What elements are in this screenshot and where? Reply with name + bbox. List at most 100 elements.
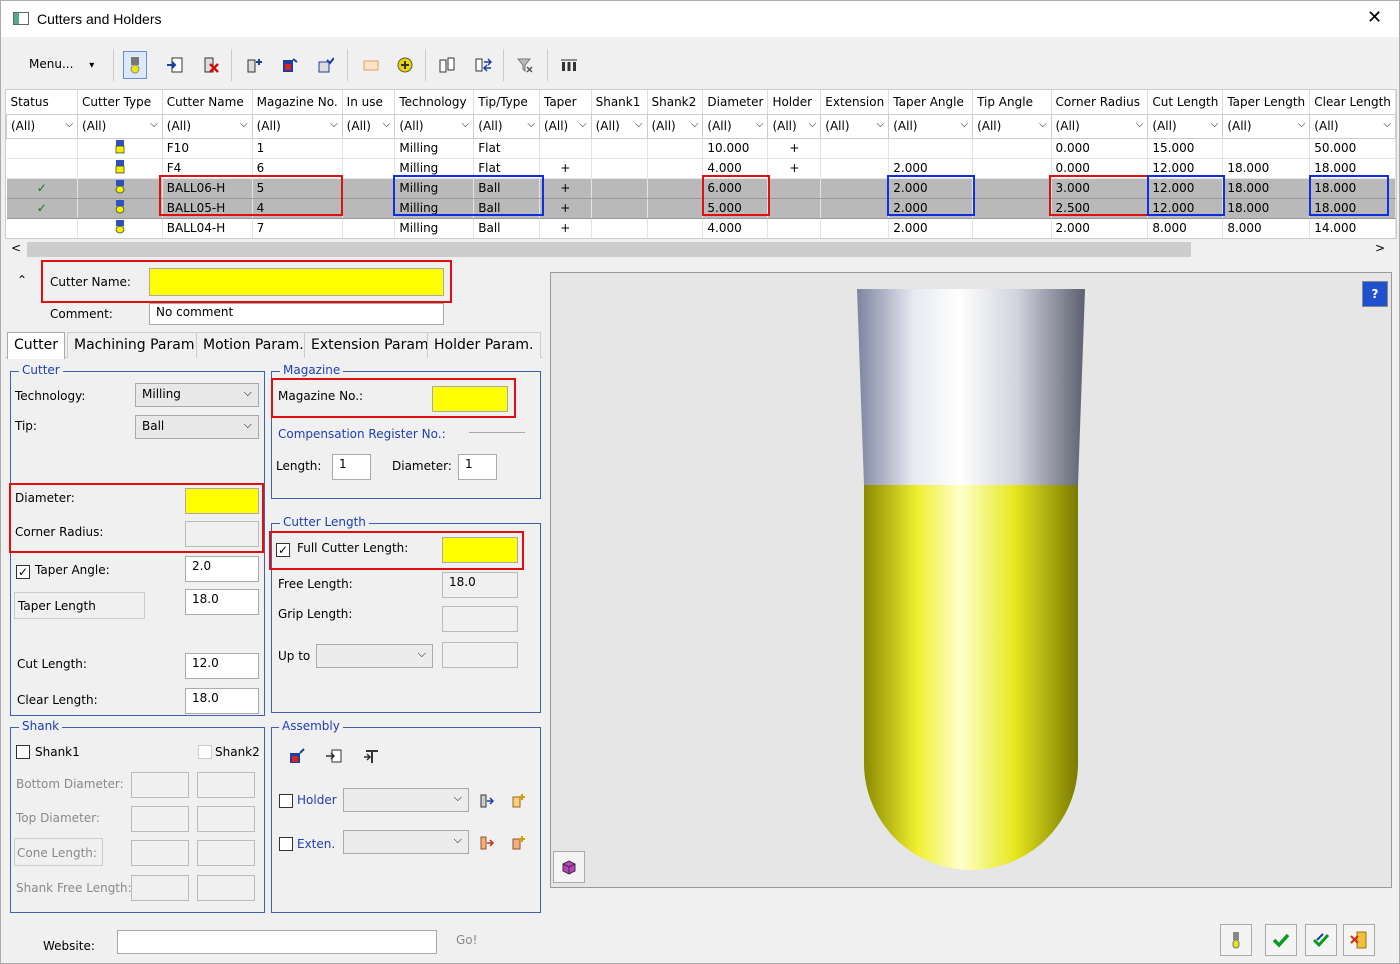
column-filter[interactable]: (All) ⌵ xyxy=(820,113,890,139)
diameter-input[interactable] xyxy=(185,488,259,514)
column-header[interactable]: Cut Length xyxy=(1147,90,1224,115)
register-length-input[interactable]: 1 xyxy=(332,454,371,480)
help-icon[interactable]: ? xyxy=(1362,281,1388,307)
column-header[interactable]: Shank2 xyxy=(647,90,704,115)
column-filter[interactable]: (All) ⌵ xyxy=(1222,113,1311,139)
cone-length-button[interactable]: Cone Length: xyxy=(14,838,103,866)
add-circle-icon[interactable] xyxy=(393,53,417,77)
column-filter[interactable]: (All) ⌵ xyxy=(6,113,79,139)
tool-preview-viewport[interactable] xyxy=(550,272,1392,888)
technology-select[interactable]: Milling ⌵ xyxy=(135,383,259,407)
tab-motion-param[interactable]: Motion Param. xyxy=(196,332,311,358)
swap-cutter-icon[interactable] xyxy=(471,53,495,77)
column-header[interactable]: Technology xyxy=(394,90,475,115)
scroll-right-icon[interactable]: > xyxy=(1375,241,1385,255)
grip-length-input[interactable] xyxy=(442,606,518,632)
exit-button[interactable] xyxy=(1343,924,1375,956)
column-header[interactable]: Magazine No. xyxy=(252,90,343,115)
column-filter[interactable]: (All) ⌵ xyxy=(590,113,648,139)
assembly-export-icon[interactable] xyxy=(363,747,381,768)
taper-length-button[interactable]: Taper Length xyxy=(14,592,145,619)
shank1-bottom-diameter-input[interactable] xyxy=(131,772,189,798)
shank2-checkbox[interactable] xyxy=(198,745,212,759)
column-header[interactable]: Cutter Type xyxy=(77,90,163,115)
table-row[interactable]: BALL04-H 7 Milling Ball +4.000 2.000 2.000 8.00… xyxy=(6,218,1396,238)
column-header[interactable]: Extension xyxy=(820,90,890,115)
copy-cutter-icon[interactable] xyxy=(435,53,459,77)
scroll-left-icon[interactable]: < xyxy=(11,241,21,255)
column-filter[interactable]: (All) ⌵ xyxy=(473,113,540,139)
holder-add-icon[interactable] xyxy=(478,792,495,813)
column-header[interactable]: Holder xyxy=(767,90,822,115)
column-filter[interactable]: (All) ⌵ xyxy=(341,113,396,139)
column-header[interactable]: Clear Length xyxy=(1309,90,1396,115)
assembly-import-icon[interactable] xyxy=(325,747,343,768)
menu-button[interactable]: Menu... ▾ xyxy=(29,57,94,71)
taper-length-input[interactable]: 18.0 xyxy=(185,589,259,615)
column-header[interactable]: Cutter Name xyxy=(162,90,253,115)
corner-radius-input[interactable] xyxy=(185,521,259,547)
column-filter[interactable]: (All) ⌵ xyxy=(646,113,704,139)
column-filter[interactable]: (All) ⌵ xyxy=(888,113,974,139)
label-icon[interactable] xyxy=(359,53,383,77)
column-header[interactable]: Diameter xyxy=(702,90,769,115)
holder-check-icon[interactable] xyxy=(313,53,337,77)
apply-button[interactable] xyxy=(1305,924,1337,956)
clear-filter-icon[interactable] xyxy=(513,53,537,77)
column-filter[interactable]: (All) ⌵ xyxy=(702,113,769,139)
column-filter[interactable]: (All) ⌵ xyxy=(972,113,1052,139)
shank1-top-diameter-input[interactable] xyxy=(131,806,189,832)
full-cutter-length-input[interactable] xyxy=(442,537,518,563)
column-filter[interactable]: (All) ⌵ xyxy=(1309,113,1396,139)
taper-angle-input[interactable]: 2.0 xyxy=(185,556,259,582)
column-filter[interactable]: (All) ⌵ xyxy=(77,113,163,139)
ok-button[interactable] xyxy=(1265,924,1297,956)
column-header[interactable]: Corner Radius xyxy=(1051,90,1149,115)
column-header[interactable]: Tip/Type xyxy=(473,90,540,115)
shank2-bottom-diameter-input[interactable] xyxy=(197,772,255,798)
magazine-no-input[interactable] xyxy=(432,386,508,412)
column-filter[interactable]: (All) ⌵ xyxy=(394,113,475,139)
taper-angle-checkbox[interactable]: ✓ xyxy=(16,565,30,579)
shank2-free-length-input[interactable] xyxy=(197,875,255,901)
register-diameter-input[interactable]: 1 xyxy=(458,454,497,480)
column-filter[interactable]: (All) ⌵ xyxy=(161,113,253,139)
horizontal-scrollbar[interactable] xyxy=(27,242,1191,257)
column-header[interactable]: Taper xyxy=(539,90,592,115)
shank1-checkbox[interactable] xyxy=(16,745,30,759)
table-row[interactable]: F10 1 Milling Flat 10.000 +0.000 15.000 50.000 xyxy=(6,138,1396,159)
shank2-cone-length-input[interactable] xyxy=(197,840,255,866)
clear-length-input[interactable]: 18.0 xyxy=(185,688,259,714)
collapse-icon[interactable]: ⌃ xyxy=(17,273,27,287)
column-filter[interactable]: (All) ⌵ xyxy=(767,113,822,139)
cutter-name-input[interactable] xyxy=(149,268,444,296)
tip-select[interactable]: Ball ⌵ xyxy=(135,415,259,439)
tab-holder-param[interactable]: Holder Param. xyxy=(427,332,541,358)
extension-checkbox[interactable] xyxy=(279,837,293,851)
extension-new-icon[interactable] xyxy=(510,834,526,855)
column-header[interactable]: Shank1 xyxy=(591,90,648,115)
tab-extension-param[interactable]: Extension Param. xyxy=(304,332,440,358)
column-filter[interactable]: (All) ⌵ xyxy=(251,113,343,139)
holder-color-icon[interactable] xyxy=(277,53,301,77)
shank1-cone-length-input[interactable] xyxy=(131,840,189,866)
tab-cutter[interactable]: Cutter xyxy=(7,332,65,359)
free-length-input[interactable]: 18.0 xyxy=(442,572,518,598)
cut-length-input[interactable]: 12.0 xyxy=(185,653,259,679)
add-holder-icon[interactable] xyxy=(241,53,265,77)
tools-list-icon[interactable] xyxy=(557,53,581,77)
column-filter[interactable]: (All) ⌵ xyxy=(1147,113,1224,139)
column-header[interactable]: Tip Angle xyxy=(972,90,1052,115)
holder-new-icon[interactable] xyxy=(510,792,526,813)
holder-select[interactable]: ⌵ xyxy=(343,788,469,812)
column-filter[interactable]: (All) ⌵ xyxy=(1050,113,1149,139)
import-cutter-icon[interactable] xyxy=(163,53,187,77)
go-link[interactable]: Go! xyxy=(456,933,477,947)
extension-select[interactable]: ⌵ xyxy=(343,830,469,854)
holder-checkbox[interactable] xyxy=(279,794,293,808)
new-cutter-icon[interactable] xyxy=(123,51,147,79)
extension-add-icon[interactable] xyxy=(478,834,495,855)
shank1-free-length-input[interactable] xyxy=(131,875,189,901)
delete-cutter-icon[interactable] xyxy=(199,53,223,77)
column-header[interactable]: Taper Length xyxy=(1222,90,1311,115)
